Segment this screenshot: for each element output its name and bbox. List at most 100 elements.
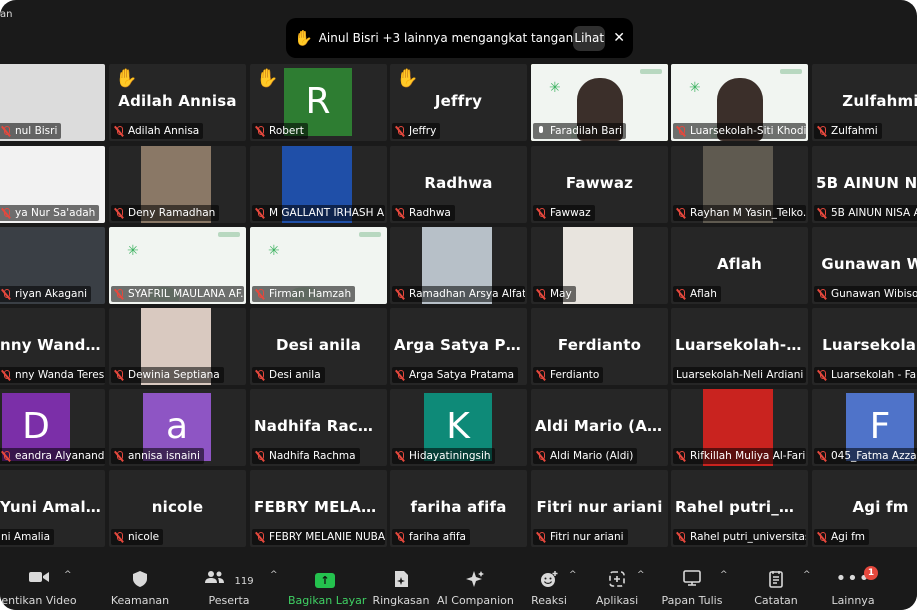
participant-display-name: Radhwa bbox=[424, 174, 493, 192]
participant-tile[interactable]: Deandra Alyananda bbox=[0, 389, 105, 466]
participant-tile[interactable]: M GALLANT IRHASH A bbox=[250, 146, 387, 223]
participant-name-tag: Desi anila bbox=[252, 367, 325, 383]
participant-tile[interactable]: fariha afifa fariha afifa bbox=[390, 470, 527, 547]
participant-tile[interactable]: May bbox=[531, 227, 668, 304]
participant-name-tag: Ferdianto bbox=[533, 367, 604, 383]
muted-mic-icon bbox=[255, 125, 265, 137]
participant-name-tag: nul Bisri bbox=[0, 123, 62, 139]
participant-tile[interactable]: Luarsekolah-Ne... Luarsekolah-Neli Ardian… bbox=[671, 308, 808, 385]
participant-tile[interactable]: Aflah Aflah bbox=[671, 227, 808, 304]
participant-tile[interactable]: ✳ Luarsekolah-Siti Khodi... bbox=[671, 64, 808, 141]
participants-button[interactable]: 119 Peserta bbox=[196, 548, 262, 610]
participant-tile[interactable]: Arga Satya Prat... Arga Satya Pratama bbox=[390, 308, 527, 385]
participant-tile[interactable]: Aldi Mario (Aldi) Aldi Mario (Aldi) bbox=[531, 389, 668, 466]
ai-companion-button[interactable]: AI Companion bbox=[437, 548, 514, 610]
apps-options-caret[interactable]: ^ bbox=[637, 570, 645, 580]
participant-tile[interactable]: ✳ Faradilah Bari bbox=[531, 64, 668, 141]
participant-tile[interactable]: a annisa isnaini bbox=[109, 389, 246, 466]
participant-display-name: nicole bbox=[151, 498, 204, 516]
participant-tile[interactable]: 5B AINUN NISA 5B AINUN NISA AY... bbox=[812, 146, 917, 223]
participant-tile[interactable]: Zulfahmi Zulfahmi bbox=[812, 64, 917, 141]
participant-name-tag: Nadhifa Rachma bbox=[252, 448, 360, 464]
participant-tile[interactable]: Rahel putri_uni... Rahel putri_universita… bbox=[671, 470, 808, 547]
participant-tile[interactable]: ✳ Firman Hamzah bbox=[250, 227, 387, 304]
participant-tile[interactable]: nul Bisri bbox=[0, 64, 105, 141]
share-screen-button[interactable]: ↑ Bagikan Layar bbox=[288, 548, 366, 610]
participant-display-name: Jeffry bbox=[434, 92, 483, 110]
participant-name-tag: ya Nur Sa'adah bbox=[0, 205, 100, 221]
muted-mic-icon bbox=[114, 125, 124, 137]
participant-name-tag: SYAFRIL MAULANA AF... bbox=[111, 286, 244, 302]
participant-tile[interactable]: Yuni Amalia ni Amalia bbox=[0, 470, 105, 547]
participant-tile[interactable]: K Hidayatiningsih bbox=[390, 389, 527, 466]
participant-tile[interactable]: ya Nur Sa'adah bbox=[0, 146, 105, 223]
participant-tile[interactable]: Luarsekolah - Luarsekolah - Faris bbox=[812, 308, 917, 385]
participant-tile[interactable]: Ferdianto Ferdianto bbox=[531, 308, 668, 385]
ai-companion-label: AI Companion bbox=[437, 594, 514, 607]
view-button[interactable]: Lihat bbox=[573, 25, 606, 51]
participant-name-tag: Rayhan M Yasin_Telko... bbox=[673, 205, 806, 221]
participant-tile[interactable]: Ramadhan Arsya Alfath bbox=[390, 227, 527, 304]
participant-tile[interactable]: Dewinia Septiana bbox=[109, 308, 246, 385]
participant-name-tag: Luarsekolah-Neli Ardiani bbox=[673, 367, 806, 383]
participant-tile[interactable]: Gunawan Wib Gunawan Wibison bbox=[812, 227, 917, 304]
muted-mic-icon bbox=[255, 207, 265, 219]
participant-tile[interactable]: ✳ SYAFRIL MAULANA AF... bbox=[109, 227, 246, 304]
participant-tile[interactable]: Agi fm Agi fm bbox=[812, 470, 917, 547]
participants-options-caret[interactable]: ^ bbox=[270, 570, 278, 580]
participant-name: 045_Fatma Azzahra bbox=[831, 450, 917, 462]
participant-tile[interactable]: R ✋ Robert bbox=[250, 64, 387, 141]
whiteboard-options-caret[interactable]: ^ bbox=[720, 570, 728, 580]
participant-tile[interactable]: Nadhifa Rachma Nadhifa Rachma bbox=[250, 389, 387, 466]
participant-name: Ramadhan Arsya Alfath bbox=[409, 288, 525, 300]
summary-button[interactable]: Ringkasan bbox=[368, 548, 434, 610]
muted-mic-icon bbox=[114, 288, 124, 300]
participant-name: Robert bbox=[269, 125, 304, 137]
participant-tile[interactable]: Desi anila Desi anila bbox=[250, 308, 387, 385]
participant-name: nicole bbox=[128, 531, 160, 543]
participant-tile[interactable]: Adilah Annisa ✋ Adilah Annisa bbox=[109, 64, 246, 141]
participant-tile[interactable]: FEBRY MELANI... FEBRY MELANIE NUBA... bbox=[250, 470, 387, 547]
participant-name: Luarsekolah-Neli Ardiani bbox=[676, 369, 804, 381]
participant-tile[interactable]: Radhwa Radhwa bbox=[390, 146, 527, 223]
reactions-button[interactable]: Reaksi bbox=[524, 548, 574, 610]
participant-display-name: Ferdianto bbox=[557, 336, 642, 354]
muted-mic-icon bbox=[676, 531, 686, 543]
participant-tile[interactable]: nicole nicole bbox=[109, 470, 246, 547]
muted-mic-icon bbox=[1, 207, 11, 219]
participant-tile[interactable]: Rayhan M Yasin_Telko... bbox=[671, 146, 808, 223]
notes-button[interactable]: Catatan bbox=[748, 548, 804, 610]
participant-name: Fitri nur ariani bbox=[550, 531, 624, 543]
summary-label: Ringkasan bbox=[372, 594, 430, 607]
whiteboard-label: Papan Tulis bbox=[661, 594, 723, 607]
participant-display-name: 5B AINUN NISA bbox=[816, 174, 917, 192]
participant-tile[interactable]: Jeffry ✋ Jeffry bbox=[390, 64, 527, 141]
participant-tile[interactable]: F045_Fatma Azzahra bbox=[812, 389, 917, 466]
more-label: Lainnya bbox=[831, 594, 875, 607]
notes-options-caret[interactable]: ^ bbox=[803, 570, 811, 580]
reactions-options-caret[interactable]: ^ bbox=[569, 570, 577, 580]
emoji-icon bbox=[524, 570, 574, 588]
participant-name: Desi anila bbox=[269, 369, 321, 381]
participant-tile[interactable]: Deny Ramadhan bbox=[109, 146, 246, 223]
participant-tile[interactable]: Rifkillah Muliya Al-Fari... bbox=[671, 389, 808, 466]
whiteboard-button[interactable]: Papan Tulis bbox=[660, 548, 724, 610]
participant-tile[interactable]: riyan Akagani bbox=[0, 227, 105, 304]
muted-mic-icon bbox=[676, 450, 686, 462]
apps-label: Aplikasi bbox=[595, 594, 639, 607]
participant-tile[interactable]: nny Wanda T... nny Wanda Teresiya bbox=[0, 308, 105, 385]
share-screen-icon: ↑ bbox=[288, 570, 362, 588]
participant-tile[interactable]: Fitri nur ariani Fitri nur ariani bbox=[531, 470, 668, 547]
video-options-caret[interactable]: ^ bbox=[64, 570, 72, 580]
participant-name: Jeffry bbox=[409, 125, 437, 137]
notification-badge: 1 bbox=[864, 566, 878, 580]
muted-mic-icon bbox=[817, 369, 827, 381]
participant-name-tag: Deny Ramadhan bbox=[111, 205, 220, 221]
muted-mic-icon bbox=[817, 207, 827, 219]
whiteboard-icon bbox=[660, 570, 724, 588]
shield-icon bbox=[105, 570, 175, 588]
apps-button[interactable]: Aplikasi bbox=[592, 548, 642, 610]
participant-tile[interactable]: Fawwaz Fawwaz bbox=[531, 146, 668, 223]
close-icon[interactable]: ✕ bbox=[613, 30, 625, 46]
security-button[interactable]: Keamanan bbox=[105, 548, 175, 610]
